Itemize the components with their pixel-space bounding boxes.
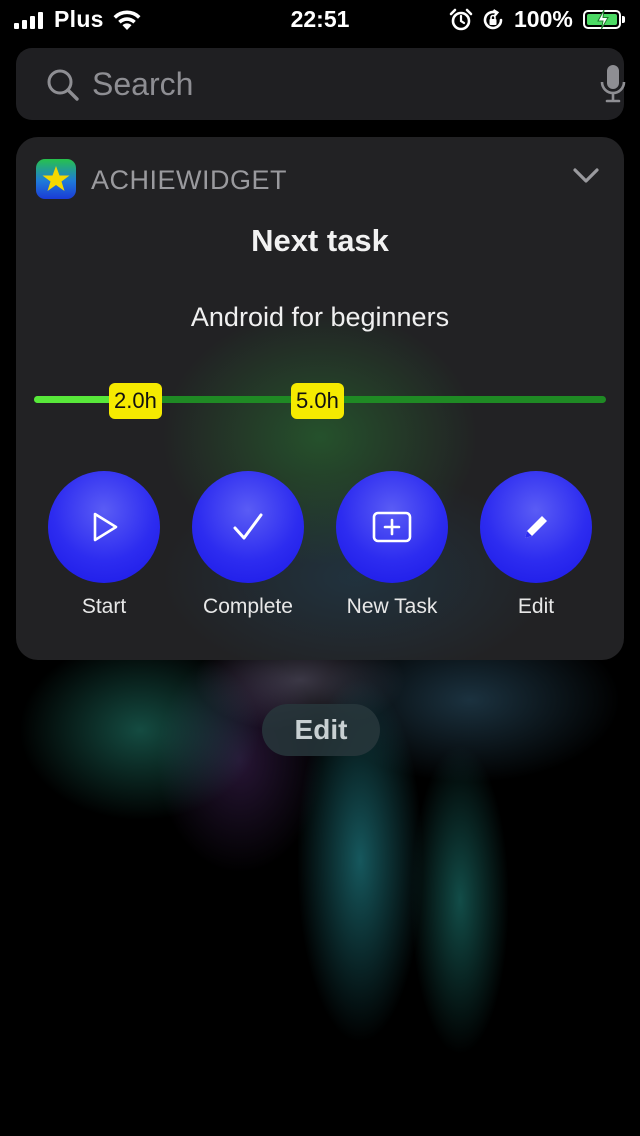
search-bar[interactable] — [16, 48, 627, 120]
rotation-lock-icon — [483, 9, 503, 30]
start-label: Start — [81, 595, 127, 618]
battery-percentage: 100% — [514, 6, 573, 32]
status-bar: Plus 22:51 100% — [0, 0, 640, 40]
complete-button[interactable]: Complete — [176, 471, 320, 621]
edit-task-label: Edit — [517, 595, 555, 618]
new-task-button[interactable]: New Task — [320, 471, 464, 621]
add-box-icon — [372, 511, 412, 543]
today-view-screen: Plus 22:51 100% Search ACHIEWIDGET Next … — [0, 0, 640, 1136]
start-button-circle[interactable] — [48, 471, 160, 583]
new-task-label: New Task — [346, 595, 438, 618]
charging-bolt-icon — [597, 9, 609, 30]
microphone-icon[interactable] — [599, 63, 627, 105]
new-task-button-circle[interactable] — [336, 471, 448, 583]
widget-title: Next task — [251, 223, 389, 258]
complete-label: Complete — [203, 595, 293, 618]
achiewidget-widget: ACHIEWIDGET Next task Android for beginn… — [16, 137, 624, 660]
checkmark-icon — [233, 513, 263, 540]
widget-app-name: ACHIEWIDGET — [91, 165, 288, 195]
start-button[interactable]: Start — [32, 471, 176, 621]
search-input[interactable] — [92, 66, 572, 102]
edit-widgets-button[interactable]: Edit — [262, 704, 380, 756]
widget-actions: Start Complete New Task Edit — [16, 471, 624, 621]
battery-cap — [622, 16, 625, 23]
alarm-icon — [449, 8, 473, 31]
search-icon — [47, 69, 79, 101]
edit-task-button-circle[interactable] — [480, 471, 592, 583]
play-icon — [93, 512, 118, 542]
chevron-down-icon[interactable] — [572, 167, 600, 185]
pencil-icon — [525, 516, 547, 538]
hours-done-label: 2.0h — [109, 383, 162, 419]
hours-goal-label: 5.0h — [291, 383, 344, 419]
app-logo-icon — [36, 159, 76, 199]
complete-button-circle[interactable] — [192, 471, 304, 583]
edit-task-button[interactable]: Edit — [464, 471, 608, 621]
task-name: Android for beginners — [190, 302, 450, 332]
